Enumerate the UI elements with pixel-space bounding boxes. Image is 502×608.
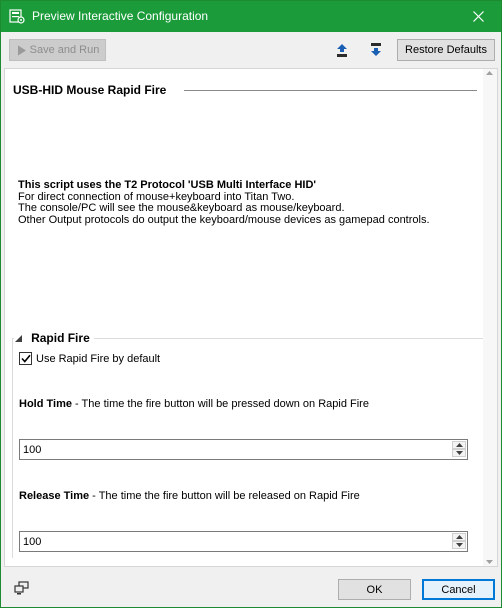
save-and-run-label: Save and Run [29, 44, 100, 56]
restore-defaults-button[interactable]: Restore Defaults [397, 39, 495, 61]
spin-up-icon[interactable] [452, 441, 466, 449]
title-bar: Preview Interactive Configuration [1, 1, 501, 32]
vertical-scrollbar[interactable] [483, 69, 497, 566]
toolbar: Save and Run Restore Defaults [1, 32, 501, 68]
release-time-value: 100 [23, 536, 42, 548]
spin-up-icon[interactable] [452, 533, 466, 541]
config-window-icon [9, 9, 25, 24]
checkbox-label: Use Rapid Fire by default [36, 352, 161, 365]
rapid-fire-checkbox-row[interactable]: Use Rapid Fire by default [19, 352, 160, 365]
scroll-down-icon[interactable] [486, 560, 493, 564]
heading-divider [184, 90, 477, 91]
upload-icon[interactable] [335, 42, 349, 58]
cancel-button[interactable]: Cancel [422, 579, 495, 600]
network-icon[interactable] [14, 581, 29, 595]
spin-down-icon[interactable] [452, 449, 466, 457]
group-title: Rapid Fire [31, 331, 90, 345]
window-title: Preview Interactive Configuration [32, 9, 209, 23]
hold-time-title: Hold Time [19, 398, 72, 410]
hold-time-spinner [452, 441, 466, 458]
hold-time-value: 100 [23, 444, 42, 456]
script-description: This script uses the T2 Protocol 'USB Mu… [18, 179, 488, 226]
release-time-description: - The time the fire button will be relea… [89, 490, 360, 502]
scroll-up-icon[interactable] [486, 71, 493, 75]
group-header[interactable]: Rapid Fire [14, 331, 94, 345]
collapse-triangle-icon [15, 334, 22, 342]
hold-time-description: - The time the fire button will be press… [71, 398, 369, 410]
rapid-fire-checkbox[interactable] [19, 352, 32, 365]
spin-down-icon[interactable] [452, 541, 466, 549]
hold-time-label: Hold Time - The time the fire button wil… [19, 398, 369, 410]
rapid-fire-group: Rapid Fire Use Rapid Fire by default Hol… [12, 331, 494, 561]
release-time-spinner [452, 533, 466, 550]
close-icon [472, 11, 484, 22]
config-dialog: Preview Interactive Configuration Save a… [0, 0, 502, 608]
close-button[interactable] [455, 1, 501, 32]
release-time-label: Release Time - The time the fire button … [19, 490, 360, 502]
config-panel: USB-HID Mouse Rapid Fire This script use… [4, 68, 498, 567]
checkmark-icon [20, 354, 31, 363]
release-time-title: Release Time [19, 490, 90, 502]
script-heading: USB-HID Mouse Rapid Fire [13, 83, 167, 97]
description-line: Other Output protocols do output the key… [18, 213, 430, 226]
hold-time-input[interactable]: 100 [19, 439, 468, 460]
description-line: The console/PC will see the mouse&keyboa… [18, 202, 345, 214]
release-time-input[interactable]: 100 [19, 531, 468, 552]
dialog-footer: OK Cancel [1, 567, 501, 607]
save-and-run-button[interactable]: Save and Run [9, 39, 106, 61]
play-icon [18, 45, 26, 56]
ok-button[interactable]: OK [338, 579, 411, 600]
download-icon[interactable] [369, 42, 383, 58]
description-bold: This script uses the T2 Protocol 'USB Mu… [18, 179, 317, 191]
